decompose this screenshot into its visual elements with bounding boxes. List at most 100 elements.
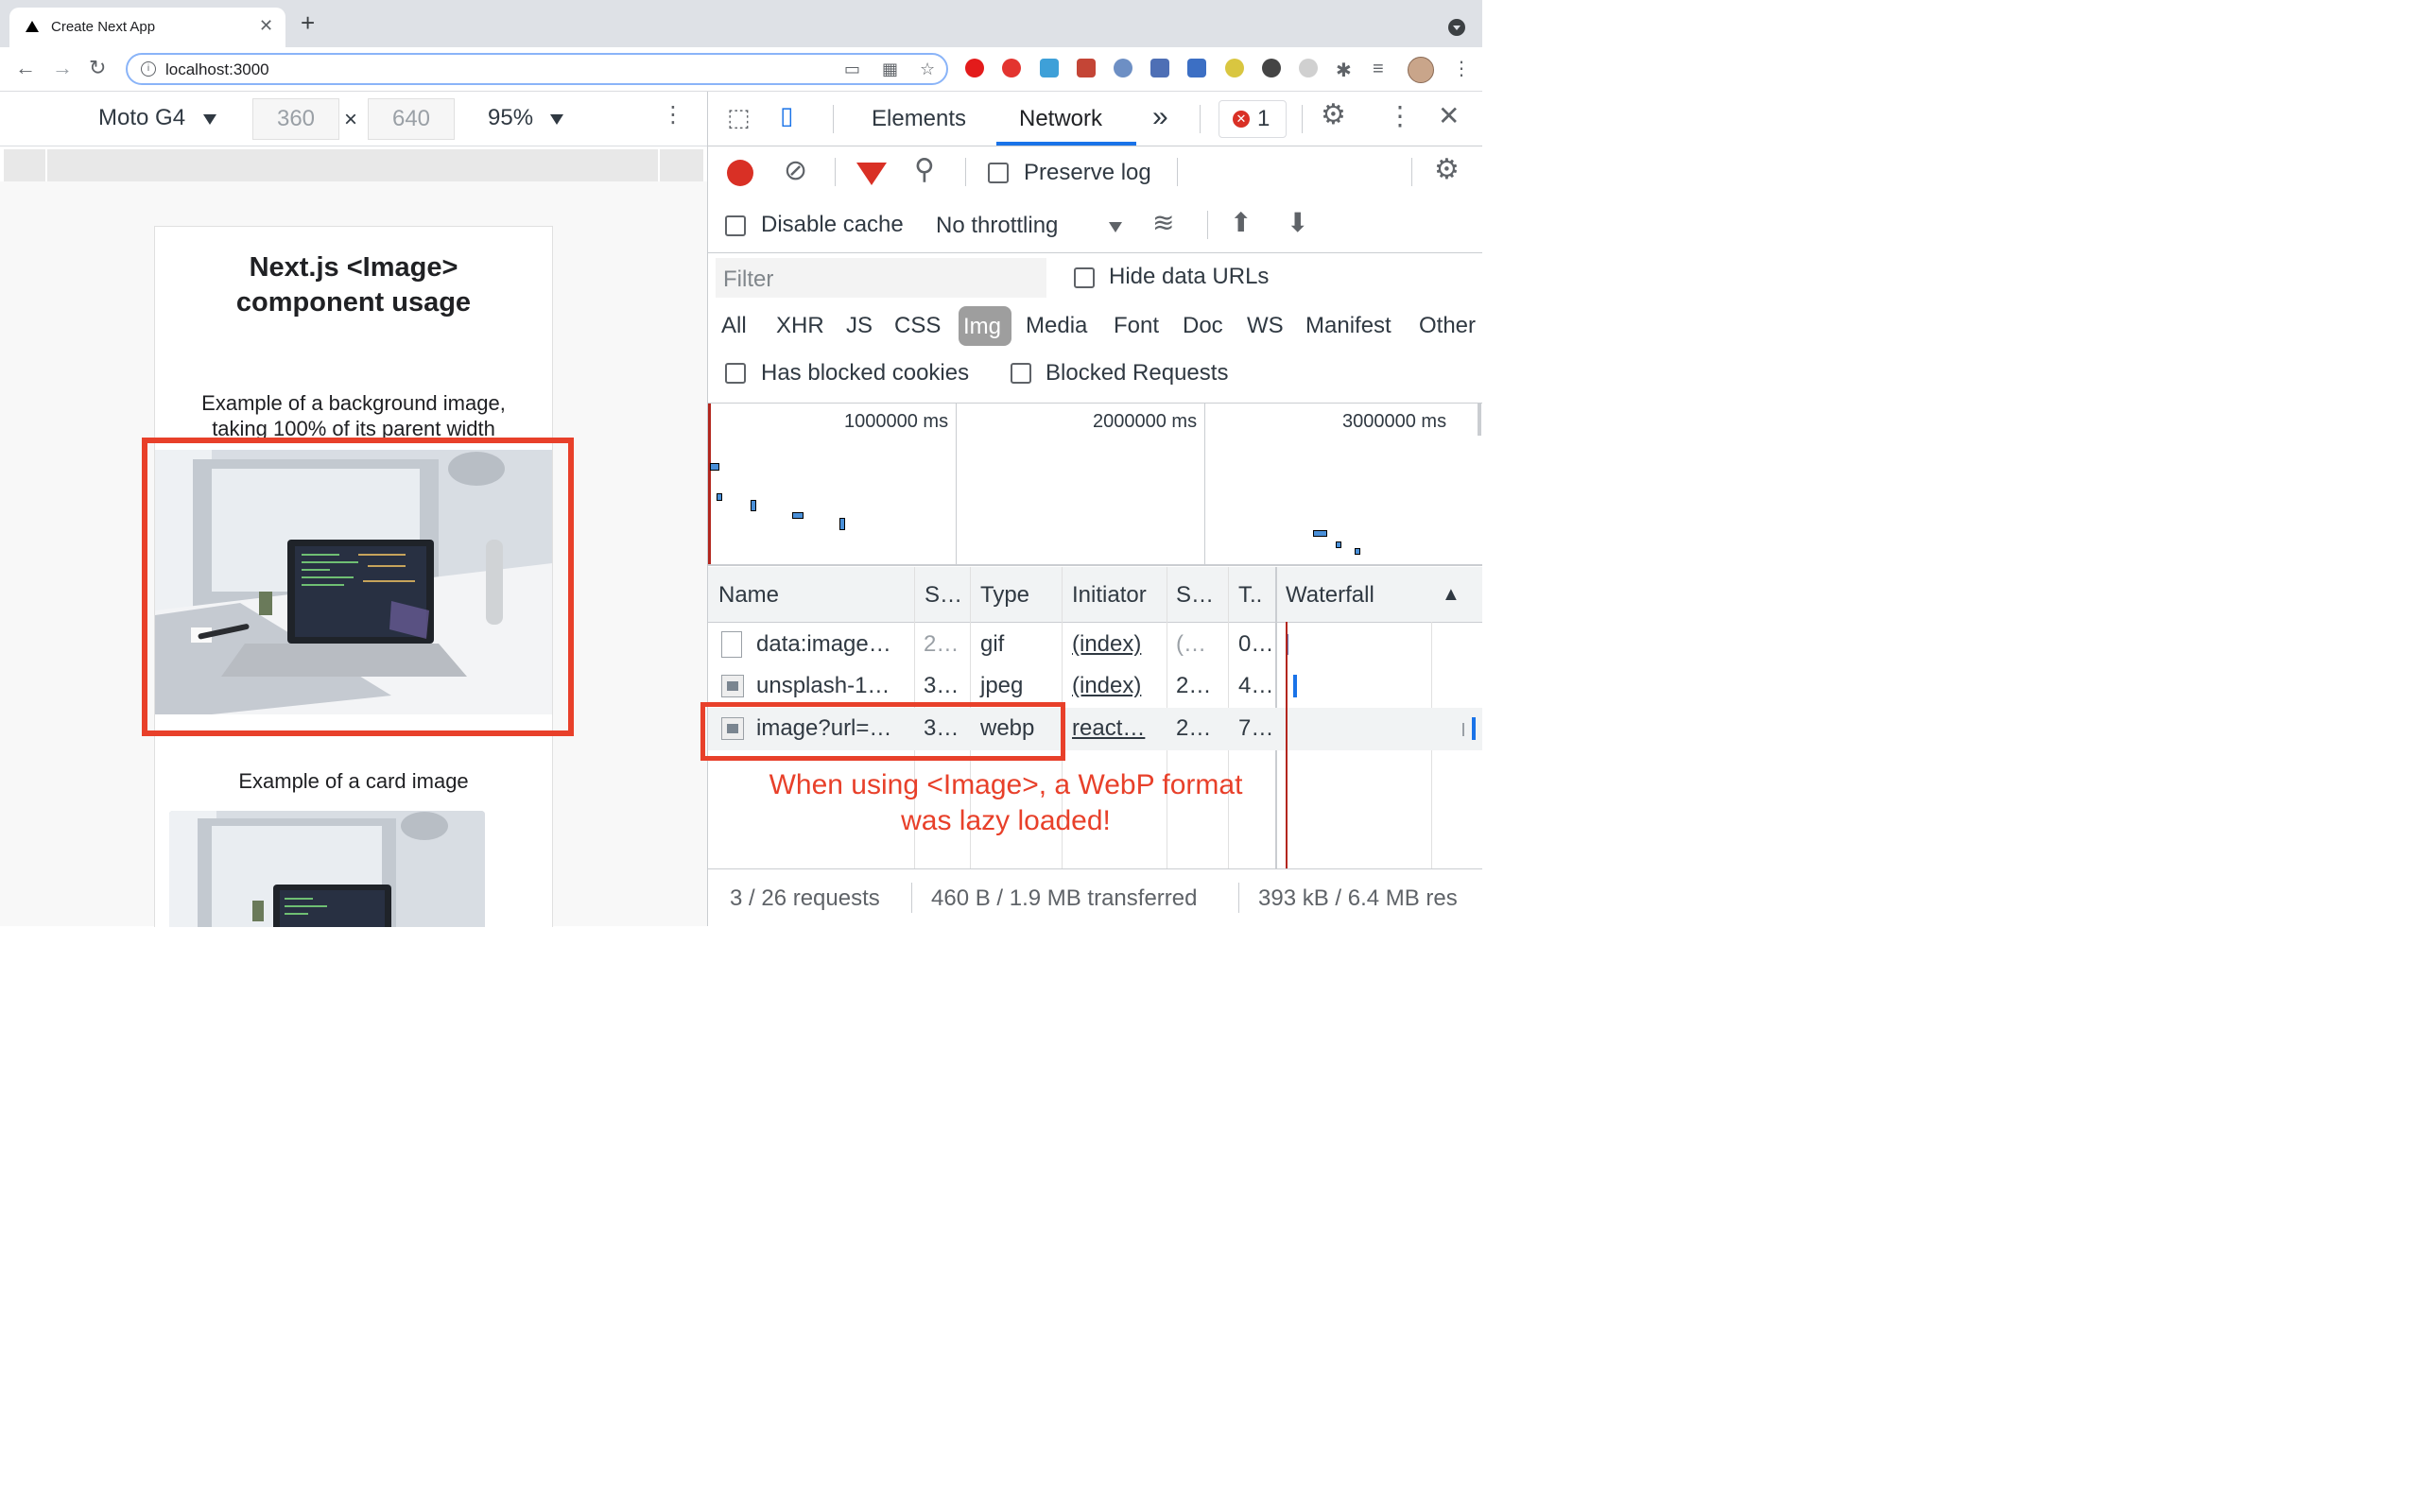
col-waterfall[interactable]: Waterfall [1286, 582, 1374, 609]
filter-type-media[interactable]: Media [1026, 313, 1087, 339]
url-text[interactable]: localhost:3000 [165, 60, 269, 79]
inspect-element-icon[interactable]: ⬚ [727, 105, 751, 129]
extension-icon-7[interactable] [1187, 59, 1206, 77]
network-settings-gear-icon[interactable]: ⚙ [1434, 156, 1460, 184]
nextjs-triangle-icon [26, 21, 39, 32]
export-har-download-icon[interactable]: ⬇ [1287, 210, 1308, 236]
request-size: 2… [1176, 673, 1212, 698]
filter-type-js[interactable]: JS [846, 313, 873, 339]
filter-type-manifest[interactable]: Manifest [1305, 313, 1392, 339]
timeline-request-bar [839, 518, 845, 530]
dark-mode-extension-icon[interactable] [1262, 59, 1281, 77]
filter-type-xhr[interactable]: XHR [776, 313, 824, 339]
extension-icon-10[interactable] [1299, 59, 1318, 77]
chrome-menu-icon[interactable]: ⋮ [1452, 57, 1471, 80]
tab-network[interactable]: Network [1019, 106, 1102, 132]
col-time[interactable]: T.. [1238, 582, 1262, 609]
col-status[interactable]: S… [925, 582, 962, 609]
extension-icon-4[interactable] [1077, 59, 1096, 77]
filter-type-ws[interactable]: WS [1247, 313, 1284, 339]
disable-cache-checkbox[interactable] [725, 215, 746, 236]
has-blocked-cookies-checkbox[interactable] [725, 363, 746, 384]
extension-icon-6[interactable] [1150, 59, 1169, 77]
bg-image-caption-line1: Example of a background image, [201, 391, 506, 415]
more-tabs-icon[interactable]: » [1152, 101, 1168, 133]
timeline-request-bar [710, 463, 719, 471]
close-tab-icon[interactable]: ✕ [259, 16, 273, 36]
filter-funnel-icon[interactable] [856, 163, 887, 185]
error-counter[interactable]: ✕ 1 [1219, 100, 1287, 138]
forward-arrow-icon[interactable]: → [52, 57, 73, 79]
filter-type-doc[interactable]: Doc [1183, 313, 1223, 339]
extensions-puzzle-icon[interactable]: ✱ [1336, 59, 1355, 81]
filter-bar: Filter Hide data URLs All XHR JS CSS Img… [708, 253, 1482, 404]
request-status: 2… [924, 631, 959, 657]
blocked-requests-checkbox[interactable] [1011, 363, 1031, 384]
media-control-icon[interactable]: ≡ [1373, 59, 1392, 79]
avatar[interactable] [1408, 57, 1434, 83]
filter-type-css[interactable]: CSS [894, 313, 941, 339]
device-select[interactable]: Moto G4 [98, 105, 185, 131]
extension-icon-5[interactable] [1114, 59, 1132, 77]
settings-gear-icon[interactable]: ⚙ [1321, 101, 1346, 129]
adblock-extension-icon[interactable] [1002, 59, 1021, 77]
close-devtools-icon[interactable]: ✕ [1438, 103, 1460, 129]
annotation-text: When using <Image>, a WebP format was la… [736, 767, 1275, 839]
preserve-log-checkbox[interactable] [988, 163, 1009, 183]
col-size[interactable]: S… [1176, 582, 1214, 609]
timeline-request-bar [751, 500, 756, 511]
throttling-select[interactable]: No throttling [936, 213, 1058, 239]
col-name[interactable]: Name [718, 582, 779, 609]
device-more-icon[interactable]: ⋮ [662, 101, 684, 129]
request-count: 3 / 26 requests [730, 885, 880, 911]
clear-icon[interactable]: ⊘ [784, 157, 807, 185]
record-button[interactable] [727, 160, 753, 186]
reload-icon[interactable]: ↻ [89, 57, 106, 79]
back-arrow-icon[interactable]: ← [15, 57, 36, 79]
star-icon[interactable]: ☆ [920, 60, 935, 79]
preserve-log-label: Preserve log [1024, 160, 1151, 185]
filter-type-img-active[interactable]: Img [959, 306, 1011, 346]
devtools-tabbar: ⬚ ▯ Elements Network » ✕ 1 ⚙ ⋮ ✕ [708, 92, 1482, 146]
zoom-dropdown-icon[interactable] [550, 114, 563, 125]
filter-input[interactable]: Filter [716, 258, 1046, 298]
new-tab-button[interactable]: + [301, 10, 315, 35]
import-har-upload-icon[interactable]: ⬆ [1230, 210, 1252, 236]
request-initiator-link[interactable]: (index) [1072, 673, 1141, 699]
col-initiator[interactable]: Initiator [1072, 582, 1147, 609]
filter-type-all[interactable]: All [721, 313, 747, 339]
table-row[interactable]: data:image… 2… gif (index) (… 0… [708, 623, 1482, 665]
filter-type-font[interactable]: Font [1114, 313, 1159, 339]
filter-type-other[interactable]: Other [1419, 313, 1476, 339]
address-bar[interactable]: i localhost:3000 ▭ ▦ ☆ [126, 53, 948, 85]
device-toggle-icon[interactable]: ▯ [780, 103, 793, 128]
request-name[interactable]: unsplash-1… [756, 673, 890, 699]
network-conditions-wifi-icon[interactable]: ≋ [1152, 210, 1174, 236]
request-name[interactable]: data:image… [756, 631, 891, 658]
col-type[interactable]: Type [980, 582, 1029, 609]
throttling-dropdown-icon[interactable] [1109, 222, 1122, 232]
hide-data-urls-checkbox[interactable] [1074, 267, 1095, 288]
browser-tab[interactable]: Create Next App ✕ [9, 8, 285, 47]
request-size: (… [1176, 631, 1206, 657]
tab-elements[interactable]: Elements [872, 106, 966, 132]
extension-icon-3[interactable] [1040, 59, 1059, 77]
device-mode-icon[interactable]: ▭ [844, 60, 860, 79]
extension-icon-8[interactable] [1225, 59, 1244, 77]
device-dropdown-icon[interactable] [203, 114, 216, 125]
search-icon[interactable]: ⚲ [914, 156, 935, 184]
width-input[interactable]: 360 [252, 98, 339, 140]
devtools-menu-icon[interactable]: ⋮ [1387, 103, 1413, 129]
card-image-caption: Example of a card image [238, 769, 469, 793]
qr-icon[interactable]: ▦ [882, 60, 898, 79]
sort-ascending-icon[interactable]: ▲ [1442, 584, 1461, 606]
network-overview-timeline[interactable]: 1000000 ms 2000000 ms 3000000 ms [708, 404, 1482, 566]
tab-search-icon[interactable] [1448, 19, 1465, 36]
ublock-extension-icon[interactable] [965, 59, 984, 77]
request-initiator-link[interactable]: (index) [1072, 631, 1141, 658]
info-icon[interactable]: i [141, 61, 156, 77]
zoom-select[interactable]: 95% [488, 105, 533, 131]
height-input[interactable]: 640 [368, 98, 455, 140]
request-initiator-link[interactable]: react… [1072, 715, 1145, 742]
media-query-ruler[interactable] [4, 149, 703, 181]
